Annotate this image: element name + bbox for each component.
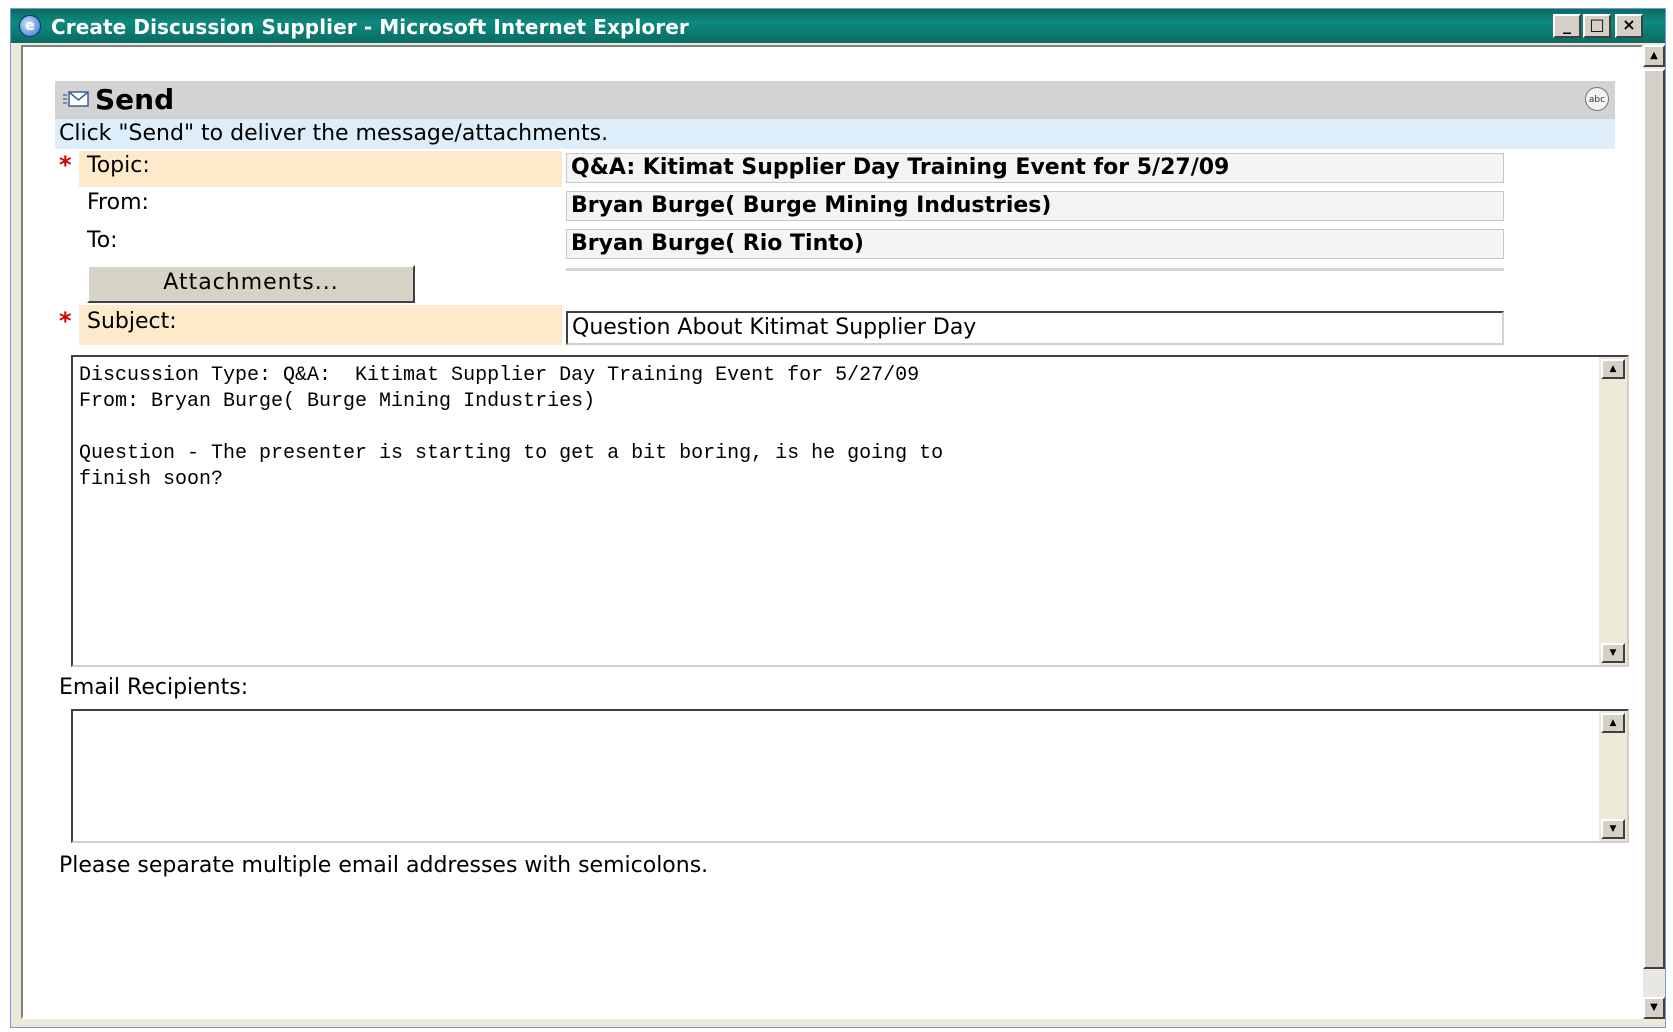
maximize-button[interactable]: □ <box>1583 14 1611 38</box>
close-button[interactable]: × <box>1615 14 1643 38</box>
from-label: From: <box>87 190 149 215</box>
scroll-down-arrow-icon[interactable]: ▼ <box>1601 819 1625 839</box>
scroll-down-arrow-icon[interactable]: ▼ <box>1601 643 1625 663</box>
page-scrollbar[interactable]: ▲ ▼ <box>1643 45 1665 1019</box>
from-value: Bryan Burge( Burge Mining Industries) <box>566 191 1504 221</box>
email-recipients-label: Email Recipients: <box>59 675 249 700</box>
minimize-button[interactable]: _ <box>1553 14 1581 38</box>
scroll-up-arrow-icon[interactable]: ▲ <box>1601 713 1625 733</box>
email-hint-text: Please separate multiple email addresses… <box>59 853 709 878</box>
page-title: Send <box>95 83 175 116</box>
required-marker: * <box>59 307 72 335</box>
email-recipients-textarea[interactable]: ▲ ▼ <box>71 709 1629 843</box>
required-marker: * <box>59 151 72 179</box>
message-textarea[interactable]: Discussion Type: Q&A: Kitimat Supplier D… <box>71 355 1629 667</box>
email-scrollbar[interactable]: ▲ ▼ <box>1599 711 1627 841</box>
topic-label: Topic: <box>87 153 150 178</box>
message-body: Discussion Type: Q&A: Kitimat Supplier D… <box>79 364 944 491</box>
scroll-thumb[interactable] <box>1643 69 1665 969</box>
attachments-button[interactable]: Attachments... <box>87 265 415 303</box>
scroll-down-arrow-icon[interactable]: ▼ <box>1643 997 1665 1019</box>
spell-check-icon[interactable]: abc <box>1585 87 1609 111</box>
subject-label: Subject: <box>87 309 177 334</box>
attachments-divider <box>566 268 1504 271</box>
topic-value: Q&A: Kitimat Supplier Day Training Event… <box>566 153 1504 183</box>
send-header: Send abc <box>55 81 1615 119</box>
internet-explorer-icon: e <box>19 15 41 37</box>
instructions-text: Click "Send" to deliver the message/atta… <box>55 119 1615 149</box>
envelope-icon <box>63 91 89 107</box>
message-scrollbar[interactable]: ▲ ▼ <box>1599 357 1627 665</box>
to-label: To: <box>87 228 118 253</box>
scroll-up-arrow-icon[interactable]: ▲ <box>1643 45 1665 67</box>
to-value: Bryan Burge( Rio Tinto) <box>566 229 1504 259</box>
scroll-up-arrow-icon[interactable]: ▲ <box>1601 359 1625 379</box>
title-bar[interactable]: e Create Discussion Supplier - Microsoft… <box>11 9 1665 43</box>
browser-window: e Create Discussion Supplier - Microsoft… <box>10 8 1666 1028</box>
page-content: Send abc Click "Send" to deliver the mes… <box>21 45 1643 1019</box>
subject-input[interactable]: Question About Kitimat Supplier Day <box>566 311 1504 345</box>
topic-label-cell <box>79 151 562 187</box>
window-title: Create Discussion Supplier - Microsoft I… <box>51 15 689 39</box>
